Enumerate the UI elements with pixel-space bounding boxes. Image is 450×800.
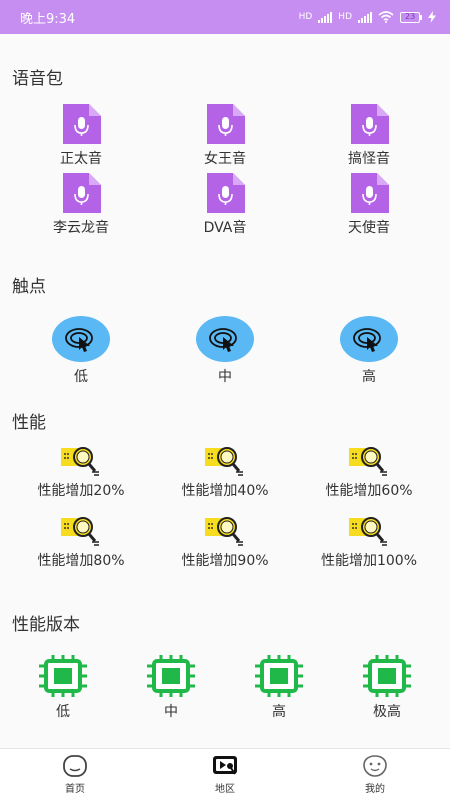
voice-file-icon — [351, 173, 389, 213]
voice-item-label: 女王音 — [204, 151, 246, 167]
voice-item-label: 正太音 — [60, 151, 102, 167]
battery-icon: 23 — [400, 11, 422, 23]
performance-search-icon — [205, 517, 243, 546]
signal-icon — [318, 11, 333, 23]
voice-file-icon — [63, 173, 101, 213]
touch-item-label: 高 — [362, 369, 376, 385]
touch-item-2[interactable]: 中 — [153, 316, 297, 386]
performance-item-label: 性能增加90% — [181, 553, 269, 569]
performance-item-label: 性能增加80% — [37, 553, 125, 569]
section-title-voice: 语音包 — [12, 69, 63, 89]
tab-mine-label: 我的 — [365, 784, 385, 795]
version-item-4[interactable]: 极高 — [333, 655, 441, 721]
performance-item-5[interactable]: 性能增加90% — [153, 516, 297, 570]
voice-file-icon — [207, 173, 245, 213]
main-content: 语音包 正太音 女王音 搞怪音 李云龙音 DVA音 天使音 触点 低中高 性能 性能增加2… — [0, 34, 450, 748]
voice-file-icon — [351, 104, 389, 144]
voice-item-3[interactable]: 搞怪音 — [297, 104, 441, 168]
version-item-1[interactable]: 低 — [9, 655, 117, 721]
signal-icon-2 — [358, 11, 372, 23]
touch-icon — [52, 316, 110, 362]
status-bar: 晚上9:34 HD HD 23 — [0, 0, 450, 34]
voice-file-icon — [207, 104, 245, 144]
tab-region-label: 地区 — [215, 784, 235, 795]
bottom-tab-bar: 首页 地区 我的 — [0, 748, 450, 800]
touch-item-label: 中 — [218, 369, 232, 385]
voice-item-label: 搞怪音 — [348, 151, 390, 167]
performance-item-1[interactable]: 性能增加20% — [9, 446, 153, 500]
smile-icon — [363, 755, 387, 777]
section-title-touch: 触点 — [12, 277, 46, 297]
touch-icon — [340, 316, 398, 362]
version-item-label: 极高 — [373, 704, 401, 720]
section-title-version: 性能版本 — [12, 615, 80, 635]
voice-item-label: 天使音 — [348, 220, 390, 236]
cpu-chip-icon — [147, 655, 195, 697]
tab-region[interactable]: 地区 — [150, 749, 300, 800]
cpu-chip-icon — [39, 655, 87, 697]
version-item-label: 高 — [272, 704, 286, 720]
performance-item-label: 性能增加60% — [325, 483, 413, 499]
performance-item-label: 性能增加20% — [37, 483, 125, 499]
tab-mine[interactable]: 我的 — [300, 749, 450, 800]
performance-item-3[interactable]: 性能增加60% — [297, 446, 441, 500]
tab-home-label: 首页 — [65, 784, 85, 795]
performance-search-icon — [61, 517, 99, 546]
performance-search-icon — [205, 447, 243, 476]
touch-item-label: 低 — [74, 369, 88, 385]
performance-item-label: 性能增加40% — [181, 483, 269, 499]
version-item-label: 低 — [56, 704, 70, 720]
voice-item-label: DVA音 — [203, 220, 247, 236]
battery-level: 23 — [405, 11, 416, 21]
version-item-label: 中 — [164, 704, 178, 720]
voice-item-1[interactable]: 正太音 — [9, 104, 153, 168]
voice-item-6[interactable]: 天使音 — [297, 173, 441, 237]
voice-item-label: 李云龙音 — [53, 220, 109, 236]
voice-item-5[interactable]: DVA音 — [153, 173, 297, 237]
version-item-3[interactable]: 高 — [225, 655, 333, 721]
performance-search-icon — [61, 447, 99, 476]
section-title-performance: 性能 — [12, 413, 46, 433]
face-icon — [63, 755, 87, 777]
voice-file-icon — [63, 104, 101, 144]
performance-search-icon — [349, 517, 387, 546]
hd-indicator-2: HD — [338, 12, 352, 22]
touch-item-1[interactable]: 低 — [9, 316, 153, 386]
version-item-2[interactable]: 中 — [117, 655, 225, 721]
status-time: 晚上9:34 — [20, 11, 76, 27]
cpu-chip-icon — [363, 655, 411, 697]
status-icons: HD HD 23 — [299, 11, 436, 23]
wifi-icon — [378, 11, 394, 23]
map-icon — [213, 756, 237, 775]
voice-item-4[interactable]: 李云龙音 — [9, 173, 153, 237]
performance-search-icon — [349, 447, 387, 476]
charging-icon — [428, 11, 436, 23]
performance-item-2[interactable]: 性能增加40% — [153, 446, 297, 500]
tab-home[interactable]: 首页 — [0, 749, 150, 800]
hd-indicator: HD — [298, 12, 313, 22]
touch-item-3[interactable]: 高 — [297, 316, 441, 386]
performance-item-6[interactable]: 性能增加100% — [297, 516, 441, 570]
voice-item-2[interactable]: 女王音 — [153, 104, 297, 168]
touch-icon — [196, 316, 254, 362]
performance-item-4[interactable]: 性能增加80% — [9, 516, 153, 570]
performance-item-label: 性能增加100% — [320, 553, 418, 569]
cpu-chip-icon — [255, 655, 303, 697]
